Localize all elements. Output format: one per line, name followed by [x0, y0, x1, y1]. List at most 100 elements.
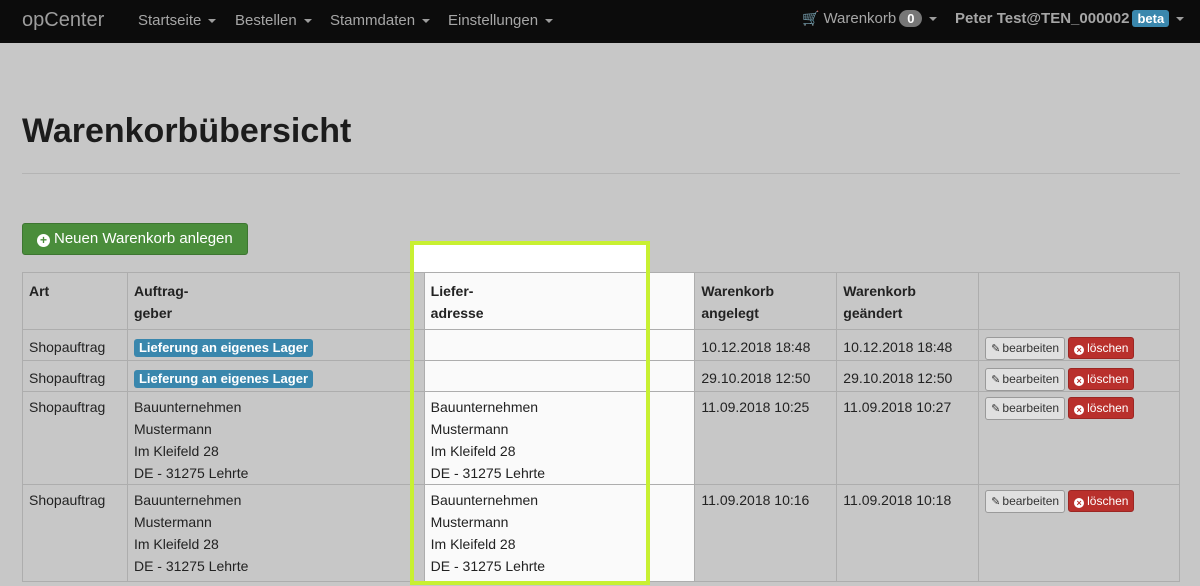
address-line: DE - 31275 Lehrte: [133, 465, 249, 481]
delete-button[interactable]: × löschen: [1068, 368, 1135, 390]
table-row: Shopauftrag Bauunternehmen Mustermann Im…: [22, 391, 1180, 485]
chevron-down-icon: [929, 17, 938, 22]
nav-startseite[interactable]: Startseite: [138, 12, 217, 29]
delete-button-label: löschen: [1087, 341, 1129, 355]
address-line: Mustermann: [133, 514, 212, 530]
table-header-row: Art Auftrag-geber Liefer-adresse Warenko…: [22, 272, 1180, 330]
nav-stammdaten[interactable]: Stammdaten: [330, 12, 431, 29]
nav-stammdaten-label: Stammdaten: [330, 12, 416, 29]
cell-angelegt: 29.10.2018 12:50: [694, 360, 838, 392]
lager-badge: Lieferung an eigenes Lager: [133, 339, 314, 357]
top-navbar: opCenter Startseite Bestellen Stammdaten…: [0, 0, 1200, 43]
chevron-down-icon: [422, 19, 431, 24]
cell-art: Shopauftrag: [22, 391, 128, 485]
header-angelegt-line1: Warenkorb: [701, 283, 774, 299]
address-line: Im Kleifeld 28: [430, 443, 516, 459]
page-title: Warenkorbübersicht: [22, 112, 352, 150]
address-line: DE - 31275 Lehrte: [133, 558, 249, 574]
cell-auftraggeber: Bauunternehmen Mustermann Im Kleifeld 28…: [126, 484, 425, 582]
cell-actions: ✎ bearbeiten × löschen: [978, 484, 1180, 582]
nav-user-menu[interactable]: Peter Test@TEN_000002 beta: [955, 10, 1185, 27]
address-line: Im Kleifeld 28: [430, 536, 516, 552]
delete-button-label: löschen: [1087, 372, 1129, 386]
address-line: Bauunternehmen: [133, 399, 242, 415]
nav-warenkorb-label: Warenkorb: [823, 10, 897, 27]
address-line: DE - 31275 Lehrte: [430, 465, 546, 481]
cell-angelegt: 11.09.2018 10:25: [694, 391, 838, 485]
edit-icon: ✎: [991, 403, 1001, 415]
col-header-art: Art: [22, 272, 128, 330]
nav-einstellungen-label: Einstellungen: [448, 12, 539, 29]
cart-table: Art Auftrag-geber Liefer-adresse Warenko…: [22, 272, 1180, 582]
edit-icon: ✎: [991, 374, 1001, 386]
cell-lieferadresse: [423, 329, 696, 361]
new-cart-button-label: Neuen Warenkorb anlegen: [54, 230, 233, 247]
address-line: Bauunternehmen: [430, 399, 539, 415]
table-row: Shopauftrag Bauunternehmen Mustermann Im…: [22, 484, 1180, 582]
x-circle-icon: ×: [1074, 498, 1085, 508]
delete-button[interactable]: × löschen: [1068, 397, 1135, 419]
nav-warenkorb[interactable]: 🛒 Warenkorb 0: [802, 10, 938, 27]
delete-button-label: löschen: [1087, 494, 1129, 508]
edit-button-label: bearbeiten: [1002, 341, 1060, 355]
edit-button[interactable]: ✎ bearbeiten: [985, 397, 1066, 420]
nav-bestellen[interactable]: Bestellen: [235, 12, 312, 29]
edit-button[interactable]: ✎ bearbeiten: [985, 490, 1066, 513]
header-art: Art: [29, 283, 50, 299]
brand-logo[interactable]: opCenter: [22, 9, 104, 32]
delete-button[interactable]: × löschen: [1068, 490, 1135, 512]
title-divider: [22, 173, 1180, 174]
cell-auftraggeber: Bauunternehmen Mustermann Im Kleifeld 28…: [126, 391, 425, 485]
chevron-down-icon: [1176, 17, 1185, 22]
cell-lieferadresse: Bauunternehmen Mustermann Im Kleifeld 28…: [423, 484, 696, 582]
address-line: DE - 31275 Lehrte: [430, 558, 546, 574]
chevron-down-icon: [545, 19, 554, 24]
cell-geaendert: 29.10.2018 12:50: [836, 360, 980, 392]
table-row: Shopauftrag Lieferung an eigenes Lager 2…: [22, 360, 1180, 392]
cart-count-badge: 0: [899, 10, 923, 27]
plus-circle-icon: +: [37, 234, 50, 247]
edit-button[interactable]: ✎ bearbeiten: [985, 337, 1066, 360]
edit-icon: ✎: [991, 496, 1001, 508]
beta-badge: beta: [1132, 10, 1170, 27]
cell-lieferadresse: Bauunternehmen Mustermann Im Kleifeld 28…: [423, 391, 696, 485]
table-row: Shopauftrag Lieferung an eigenes Lager 1…: [22, 329, 1180, 361]
header-lieferadresse-line1: Liefer-: [430, 283, 474, 299]
address-line: Im Kleifeld 28: [133, 536, 219, 552]
header-auftraggeber-line1: Auftrag-: [133, 283, 189, 299]
user-name: Peter Test@TEN_000002: [955, 10, 1130, 27]
address-line: Mustermann: [430, 421, 509, 437]
col-header-angelegt: Warenkorb angelegt: [694, 272, 838, 330]
nav-einstellungen[interactable]: Einstellungen: [448, 12, 554, 29]
col-header-actions: [978, 272, 1180, 330]
delete-button-label: löschen: [1087, 401, 1129, 415]
col-header-auftraggeber: Auftrag-geber: [126, 272, 425, 330]
edit-button[interactable]: ✎ bearbeiten: [985, 368, 1066, 391]
cell-auftraggeber: Lieferung an eigenes Lager: [126, 360, 425, 392]
new-cart-button[interactable]: + Neuen Warenkorb anlegen: [22, 223, 248, 255]
x-circle-icon: ×: [1074, 376, 1085, 386]
address-line: Mustermann: [430, 514, 509, 530]
cell-geaendert: 11.09.2018 10:18: [836, 484, 980, 582]
col-header-geaendert: Warenkorb geändert: [836, 272, 980, 330]
col-header-lieferadresse: Liefer-adresse: [423, 272, 696, 330]
cell-geaendert: 11.09.2018 10:27: [836, 391, 980, 485]
lager-badge: Lieferung an eigenes Lager: [133, 370, 314, 388]
header-lieferadresse-line2: adresse: [430, 305, 484, 321]
header-geaendert-line2: geändert: [843, 305, 903, 321]
cart-icon: 🛒: [802, 10, 820, 26]
header-auftraggeber-line2: geber: [133, 305, 173, 321]
header-angelegt-line2: angelegt: [701, 305, 759, 321]
cell-actions: ✎ bearbeiten × löschen: [978, 391, 1180, 485]
header-geaendert-line1: Warenkorb: [843, 283, 916, 299]
address-line: Mustermann: [133, 421, 212, 437]
cell-angelegt: 10.12.2018 18:48: [694, 329, 838, 361]
edit-icon: ✎: [991, 343, 1001, 355]
delete-button[interactable]: × löschen: [1068, 337, 1135, 359]
x-circle-icon: ×: [1074, 345, 1085, 355]
cell-art: Shopauftrag: [22, 329, 128, 361]
cell-art: Shopauftrag: [22, 484, 128, 582]
nav-startseite-label: Startseite: [138, 12, 202, 29]
address-line: Im Kleifeld 28: [133, 443, 219, 459]
chevron-down-icon: [208, 19, 217, 24]
